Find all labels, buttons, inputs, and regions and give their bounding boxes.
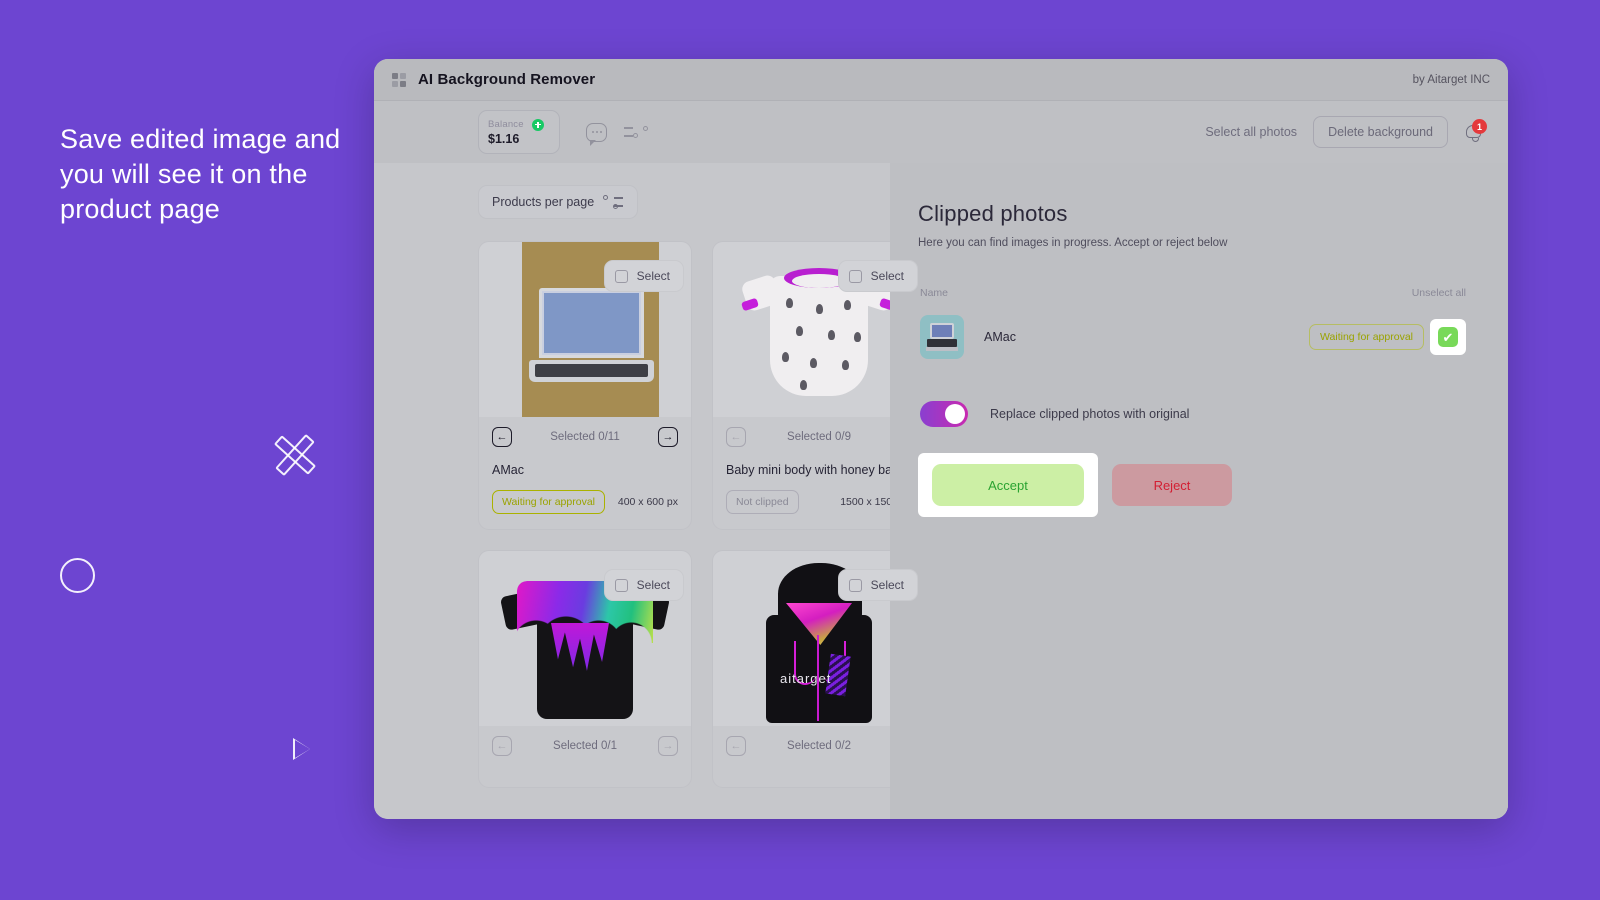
balance-label: Balance xyxy=(488,119,524,130)
balance-card[interactable]: Balance $1.16 xyxy=(478,110,560,154)
selected-count: Selected 0/9 xyxy=(787,431,851,443)
replace-originals-toggle[interactable] xyxy=(920,401,968,427)
balance-value: $1.16 xyxy=(488,131,520,146)
select-chip[interactable]: Select xyxy=(837,569,918,601)
select-label: Select xyxy=(636,269,670,283)
select-label: Select xyxy=(870,269,904,283)
image-dimensions: 400 x 600 px xyxy=(617,496,678,508)
select-checkbox[interactable] xyxy=(614,269,628,283)
app-logo-icon xyxy=(392,72,406,87)
photo-name: AMac xyxy=(984,330,1016,344)
delete-background-button[interactable]: Delete background xyxy=(1313,116,1448,148)
prev-image-button[interactable]: ← xyxy=(726,427,746,447)
selected-count: Selected 0/2 xyxy=(787,740,851,752)
toolbar: Balance $1.16 Select all photos Delete b… xyxy=(374,101,1508,163)
reject-button[interactable]: Reject xyxy=(1112,464,1232,506)
product-card[interactable]: Select ← Selected 0/1 → xyxy=(478,550,692,788)
replace-originals-label: Replace clipped photos with original xyxy=(990,407,1190,421)
add-balance-icon[interactable] xyxy=(531,118,544,131)
next-image-button[interactable]: → xyxy=(657,427,678,447)
app-title: AI Background Remover xyxy=(418,71,596,88)
clipped-photos-panel: Clipped photos Here you can find images … xyxy=(890,163,1508,819)
select-checkbox[interactable] xyxy=(848,578,862,592)
select-chip[interactable]: Select xyxy=(603,260,684,292)
panel-subtitle: Here you can find images in progress. Ac… xyxy=(918,237,1228,249)
brand-logo-text: aitarget xyxy=(780,671,832,686)
product-image: Select xyxy=(479,242,691,417)
products-per-page-selector[interactable]: Products per page xyxy=(478,185,638,219)
notification-badge: 1 xyxy=(1472,119,1487,134)
photo-status-badge: Waiting for approval xyxy=(1309,324,1424,350)
decorative-circle-icon xyxy=(60,558,95,593)
window-titlebar: AI Background Remover by Aitarget INC xyxy=(374,59,1508,101)
select-all-photos-link[interactable]: Select all photos xyxy=(1205,125,1297,139)
status-badge: Not clipped xyxy=(726,490,799,514)
clipped-photo-row[interactable]: AMac Waiting for approval ✔ xyxy=(918,315,1468,359)
accept-focus-highlight: Accept xyxy=(918,453,1098,517)
select-checkbox[interactable] xyxy=(848,269,862,283)
name-column-header: Name xyxy=(920,287,949,299)
accept-button[interactable]: Accept xyxy=(932,464,1084,506)
vendor-label: by Aitarget INC xyxy=(1412,73,1490,86)
selected-count: Selected 0/11 xyxy=(550,431,620,443)
notifications-bell-icon[interactable]: 1 xyxy=(1464,119,1487,143)
panel-title: Clipped photos xyxy=(918,201,1068,226)
next-image-button[interactable]: → xyxy=(658,736,678,756)
status-badge: Waiting for approval xyxy=(492,490,605,514)
prev-image-button[interactable]: ← xyxy=(492,736,512,756)
product-image: Select xyxy=(479,551,691,726)
prev-image-button[interactable]: ← xyxy=(492,427,512,447)
window-content: Products per page Select ← Selected 0/11… xyxy=(374,163,1508,819)
photo-thumbnail xyxy=(920,315,964,359)
unselect-all-link[interactable]: Unselect all xyxy=(1412,287,1466,299)
annotation-text: Save edited image and you will see it on… xyxy=(60,124,341,224)
decorative-cross-icon xyxy=(263,423,328,488)
select-checkbox[interactable] xyxy=(614,578,628,592)
decorative-play-triangle-icon xyxy=(293,738,310,760)
select-label: Select xyxy=(870,578,904,592)
product-name: AMac xyxy=(492,463,524,477)
product-card[interactable]: Select ← Selected 0/11 → AMac Waiting fo… xyxy=(478,241,692,530)
chat-icon[interactable] xyxy=(586,122,607,146)
select-chip[interactable]: Select xyxy=(837,260,918,292)
product-name: Baby mini body with honey badger xyxy=(726,463,912,477)
photo-selected-checkbox[interactable]: ✔ xyxy=(1438,327,1458,347)
select-chip[interactable]: Select xyxy=(603,569,684,601)
prev-image-button[interactable]: ← xyxy=(726,736,746,756)
app-window: AI Background Remover by Aitarget INC Ba… xyxy=(374,59,1508,819)
selected-count: Selected 0/1 xyxy=(553,740,617,752)
products-per-page-icon xyxy=(603,194,624,210)
checkbox-focus-highlight: ✔ xyxy=(1430,319,1466,355)
products-per-page-label: Products per page xyxy=(492,195,595,209)
toggle-knob xyxy=(945,404,965,424)
select-label: Select xyxy=(636,578,670,592)
